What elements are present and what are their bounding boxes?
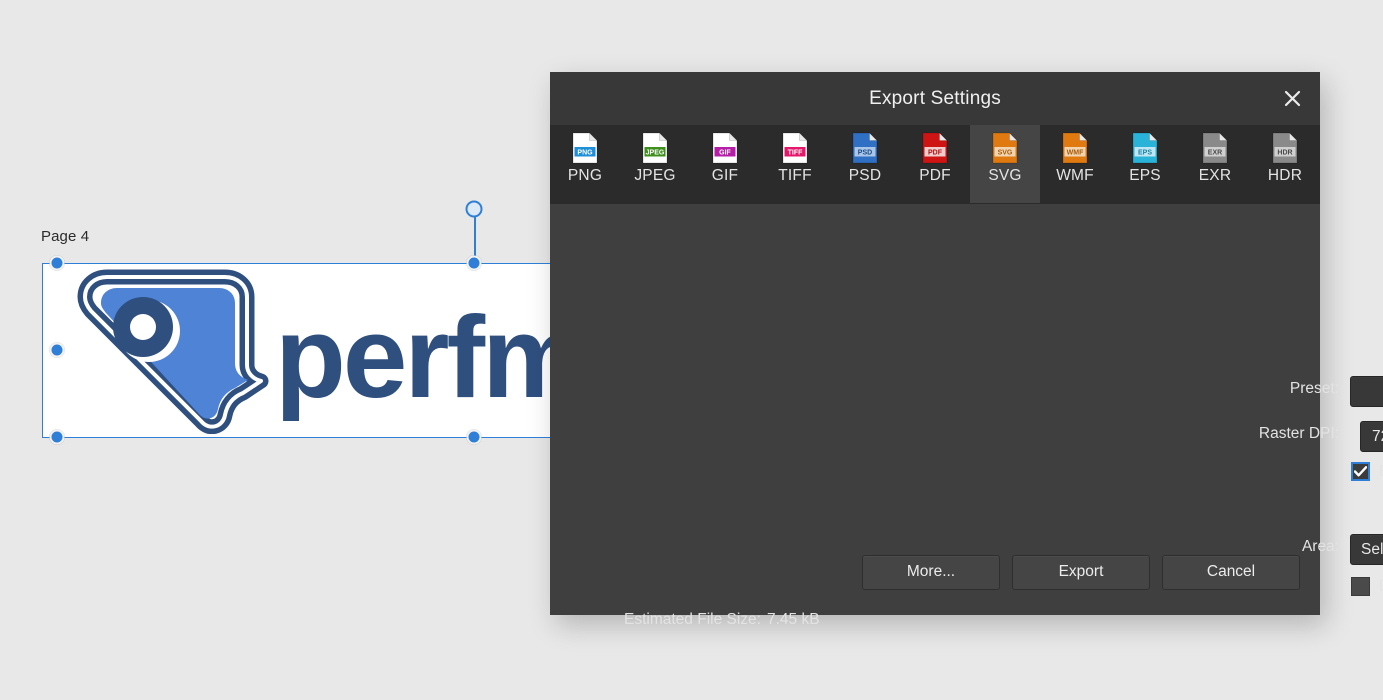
perfm-logo-svg: perfm	[57, 269, 557, 434]
preset-label: Preset:	[1184, 380, 1339, 398]
format-tab-gif[interactable]: GIF GIF	[690, 125, 760, 203]
dialog-titlebar: Export Settings	[550, 72, 1320, 125]
format-tabs[interactable]: PNGPNGJPEGJPEGGIFGIFTIFFTIFFPSDPSDPDFPDF…	[550, 125, 1320, 204]
area-value: Selection without background	[1351, 541, 1383, 559]
raster-dpi-combo[interactable]: 72	[1360, 421, 1383, 452]
format-tab-exr[interactable]: EXR EXR	[1180, 125, 1250, 203]
exr-file-icon: EXR	[1202, 132, 1228, 164]
format-tab-label: EPS	[1129, 167, 1161, 185]
hidden-layers-label: Don't export layers hidden by Export per…	[1379, 578, 1383, 596]
svg-text:GIF: GIF	[719, 149, 731, 156]
page-sheet[interactable]: perfm	[42, 263, 562, 438]
raster-dpi-value[interactable]: 72	[1361, 428, 1383, 446]
format-tab-hdr[interactable]: HDR HDR	[1250, 125, 1320, 203]
export-settings-dialog[interactable]: Export Settings PNG PNG JPEG JPEG GIF GIF TIFF…	[550, 72, 1320, 615]
format-tab-jpeg[interactable]: JPEG JPEG	[620, 125, 690, 203]
hidden-layers-checkbox-row[interactable]: Don't export layers hidden by Export per…	[1351, 577, 1383, 596]
pdf-file-icon: PDF	[922, 132, 948, 164]
wmf-file-icon: WMF	[1062, 132, 1088, 164]
tiff-file-icon: TIFF	[782, 132, 808, 164]
format-tab-svg[interactable]: SVG SVG	[970, 125, 1040, 203]
format-tab-eps[interactable]: EPS EPS	[1110, 125, 1180, 203]
format-tab-label: EXR	[1199, 167, 1231, 185]
raster-dpi-label: Raster DPI:	[1184, 425, 1339, 443]
hidden-layers-checkbox[interactable]	[1351, 577, 1370, 596]
svg-text:PNG: PNG	[577, 149, 593, 156]
export-text-as-curves-label: Export text as curves for font independe…	[1379, 463, 1383, 481]
resize-handle-bottom-center[interactable]	[467, 430, 482, 445]
resize-handle-top-center[interactable]	[467, 256, 482, 271]
svg-text:perfm: perfm	[275, 292, 557, 422]
svg-text:PDF: PDF	[928, 149, 943, 156]
svg-text:TIFF: TIFF	[788, 149, 803, 156]
jpeg-file-icon: JPEG	[642, 132, 668, 164]
resize-handle-middle-left[interactable]	[50, 343, 65, 358]
format-tab-label: HDR	[1268, 167, 1302, 185]
logo-artwork[interactable]: perfm	[57, 269, 557, 434]
format-tab-label: WMF	[1056, 167, 1094, 185]
svg-text:JPEG: JPEG	[646, 149, 665, 156]
more-button[interactable]: More...	[862, 555, 1000, 590]
format-tab-wmf[interactable]: WMF WMF	[1040, 125, 1110, 203]
svg-text:SVG: SVG	[998, 149, 1013, 156]
format-tab-label: SVG	[988, 167, 1021, 185]
eps-file-icon: EPS	[1132, 132, 1158, 164]
preset-dropdown[interactable]	[1350, 376, 1383, 407]
svg-text:WMF: WMF	[1067, 149, 1084, 156]
gif-file-icon: GIF	[712, 132, 738, 164]
svg-text:EPS: EPS	[1138, 149, 1152, 156]
svg-file-icon: SVG	[992, 132, 1018, 164]
page-label: Page 4	[41, 228, 89, 245]
export-text-as-curves-checkbox-row[interactable]: Export text as curves for font independe…	[1351, 462, 1383, 481]
area-dropdown[interactable]: Selection without background	[1350, 534, 1383, 565]
resize-handle-bottom-left[interactable]	[50, 430, 65, 445]
format-tab-label: PDF	[919, 167, 951, 185]
svg-text:HDR: HDR	[1277, 149, 1292, 156]
export-button[interactable]: Export	[1012, 555, 1150, 590]
resize-handle-top-left[interactable]	[50, 256, 65, 271]
close-icon[interactable]	[1264, 72, 1320, 125]
format-tab-psd[interactable]: PSD PSD	[830, 125, 900, 203]
format-tab-label: GIF	[712, 167, 738, 185]
format-tab-label: JPEG	[634, 167, 675, 185]
format-tab-tiff[interactable]: TIFF TIFF	[760, 125, 830, 203]
png-file-icon: PNG	[572, 132, 598, 164]
format-tab-pdf[interactable]: PDF PDF	[900, 125, 970, 203]
svg-text:PSD: PSD	[858, 149, 872, 156]
export-text-as-curves-checkbox[interactable]	[1351, 462, 1370, 481]
format-tab-png[interactable]: PNG PNG	[550, 125, 620, 203]
svg-text:EXR: EXR	[1208, 149, 1222, 156]
hdr-file-icon: HDR	[1272, 132, 1298, 164]
format-tab-label: PNG	[568, 167, 602, 185]
format-tab-label: PSD	[849, 167, 881, 185]
dialog-title: Export Settings	[869, 88, 1001, 110]
rotation-handle[interactable]	[466, 201, 483, 218]
dialog-body: Preset: Raster DPI: 72 (Nothing will be …	[550, 204, 1320, 615]
cancel-button[interactable]: Cancel	[1162, 555, 1300, 590]
psd-file-icon: PSD	[852, 132, 878, 164]
format-tab-label: TIFF	[778, 167, 812, 185]
dialog-footer: More... Export Cancel	[550, 529, 1320, 615]
